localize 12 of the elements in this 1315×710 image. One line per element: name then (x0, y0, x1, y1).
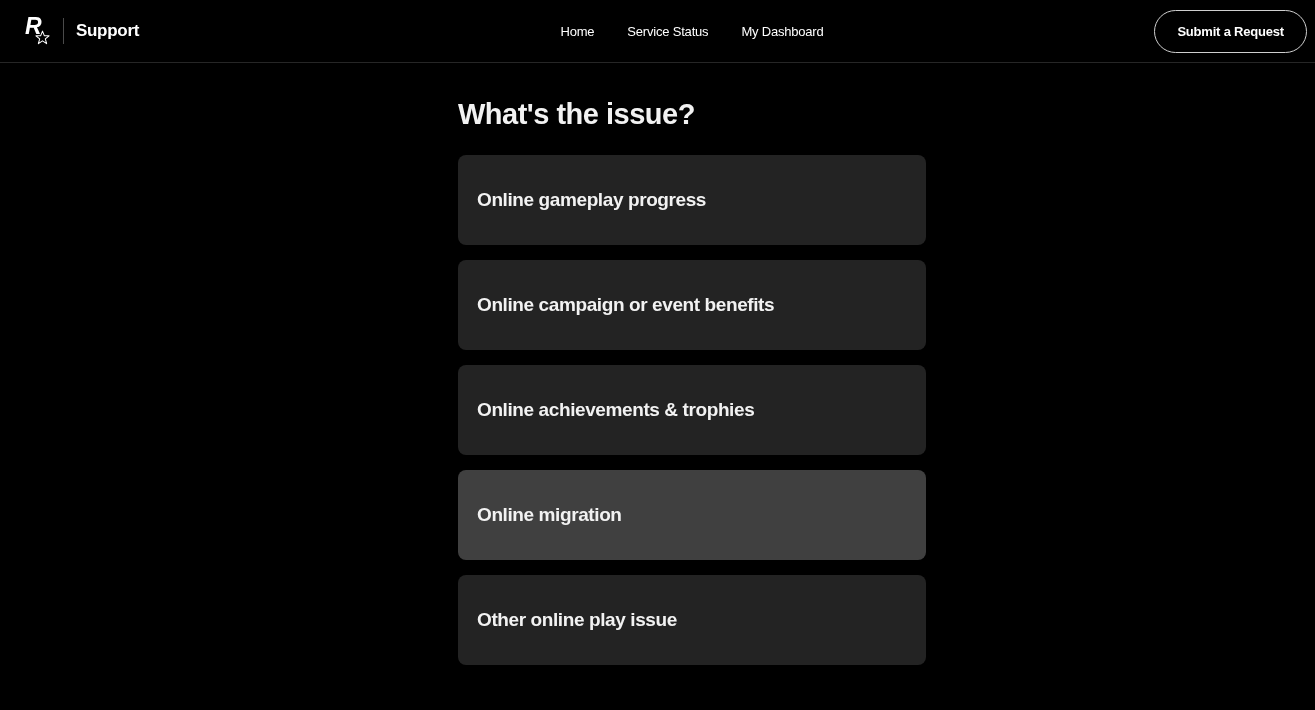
issue-option[interactable]: Online campaign or event benefits (458, 260, 926, 350)
site-title: Support (76, 21, 140, 41)
submit-request-button[interactable]: Submit a Request (1154, 9, 1307, 53)
logo-link[interactable]: R (25, 17, 51, 45)
issue-option[interactable]: Other online play issue (458, 575, 926, 665)
nav-link[interactable]: Home (560, 23, 595, 39)
nav-link[interactable]: My Dashboard (741, 23, 824, 39)
issue-option[interactable]: Online gameplay progress (458, 155, 926, 245)
issue-option[interactable]: Online achievements & trophies (458, 365, 926, 455)
issue-option[interactable]: Online migration (458, 470, 926, 560)
nav-link[interactable]: Service Status (627, 23, 709, 39)
page-heading: What's the issue? (458, 97, 695, 132)
